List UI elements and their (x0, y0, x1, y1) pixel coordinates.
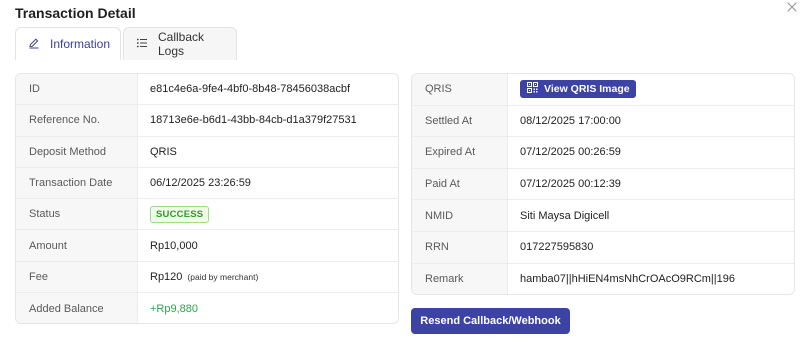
rrn-value: 017227595830 (520, 241, 594, 254)
row-label: ID (16, 74, 138, 105)
tab-bar: Information Callback Logs (15, 27, 795, 60)
fee-value: Rp120 (150, 270, 183, 283)
resend-callback-button[interactable]: Resend Callback/Webhook (411, 308, 570, 334)
reference-no-value: 18713e6e-b6d1-43bb-84cb-d1a379f27531 (150, 114, 357, 127)
amount-value: Rp10,000 (150, 239, 198, 252)
transaction-date-value: 06/12/2025 23:26:59 (150, 177, 251, 190)
row-label: Remark (412, 263, 508, 294)
table-row-expired-at: Expired At 07/12/2025 00:26:59 (412, 137, 794, 169)
row-label: QRIS (412, 74, 508, 105)
status-badge: SUCCESS (150, 205, 210, 223)
list-icon (136, 37, 148, 52)
tab-callback-logs[interactable]: Callback Logs (123, 27, 237, 60)
expired-at-value: 07/12/2025 00:26:59 (520, 146, 621, 159)
tab-callback-logs-label: Callback Logs (158, 30, 205, 58)
table-row-remark: Remark hamba07||hHiEN4msNhCrOAcO9RCm||19… (412, 263, 794, 294)
table-row-status: Status SUCCESS (16, 199, 398, 231)
view-qris-image-button[interactable]: View QRIS Image (520, 80, 636, 99)
transaction-id-value: e81c4e6a-9fe4-4bf0-8b48-78456038acbf (150, 83, 350, 96)
row-label: Settled At (412, 105, 508, 137)
qr-code-icon (527, 82, 538, 96)
table-row-amount: Amount Rp10,000 (16, 230, 398, 262)
payment-info-table: QRIS View QRIS Image Settled At 08/12/20… (411, 73, 795, 295)
table-row-reference: Reference No. 18713e6e-b6d1-43bb-84cb-d1… (16, 105, 398, 137)
table-row-rrn: RRN 017227595830 (412, 231, 794, 264)
deposit-method-value: QRIS (150, 145, 177, 158)
modal-title: Transaction Detail (15, 5, 136, 21)
tab-information-label: Information (50, 37, 111, 51)
table-row-added-balance: Added Balance +Rp9,880 (16, 293, 398, 323)
row-label: RRN (412, 231, 508, 263)
paid-at-value: 07/12/2025 00:12:39 (520, 178, 621, 191)
table-row-id: ID e81c4e6a-9fe4-4bf0-8b48-78456038acbf (16, 74, 398, 106)
row-label: NMID (412, 200, 508, 231)
nmid-value: Siti Maysa Digicell (520, 209, 610, 222)
pencil-icon (28, 37, 40, 52)
row-label: Reference No. (16, 105, 138, 136)
table-row-paid-at: Paid At 07/12/2025 00:12:39 (412, 168, 794, 201)
table-row-qris: QRIS View QRIS Image (412, 74, 794, 106)
close-icon[interactable] (784, 0, 800, 16)
view-qris-image-label: View QRIS Image (544, 83, 630, 96)
row-label: Status (16, 199, 138, 230)
tab-information[interactable]: Information (15, 27, 121, 60)
table-row-settled-at: Settled At 08/12/2025 17:00:00 (412, 105, 794, 138)
remark-value: hamba07||hHiEN4msNhCrOAcO9RCm||196 (520, 273, 736, 286)
table-row-deposit-method: Deposit Method QRIS (16, 136, 398, 168)
table-row-nmid: NMID Siti Maysa Digicell (412, 200, 794, 232)
row-label: Transaction Date (16, 167, 138, 199)
table-row-transaction-date: Transaction Date 06/12/2025 23:26:59 (16, 167, 398, 200)
row-label: Fee (16, 261, 138, 293)
table-row-fee: Fee Rp120 (paid by merchant) (16, 261, 398, 294)
transaction-info-table: ID e81c4e6a-9fe4-4bf0-8b48-78456038acbf … (15, 73, 399, 324)
row-label: Added Balance (16, 293, 138, 323)
row-label: Deposit Method (16, 136, 138, 167)
fee-note: (paid by merchant) (187, 271, 259, 282)
row-label: Paid At (412, 168, 508, 200)
settled-at-value: 08/12/2025 17:00:00 (520, 114, 621, 127)
transaction-detail-modal: Transaction Detail Information Callback … (0, 0, 803, 344)
row-label: Amount (16, 230, 138, 261)
row-label: Expired At (412, 137, 508, 168)
added-balance-value: +Rp9,880 (150, 302, 199, 315)
